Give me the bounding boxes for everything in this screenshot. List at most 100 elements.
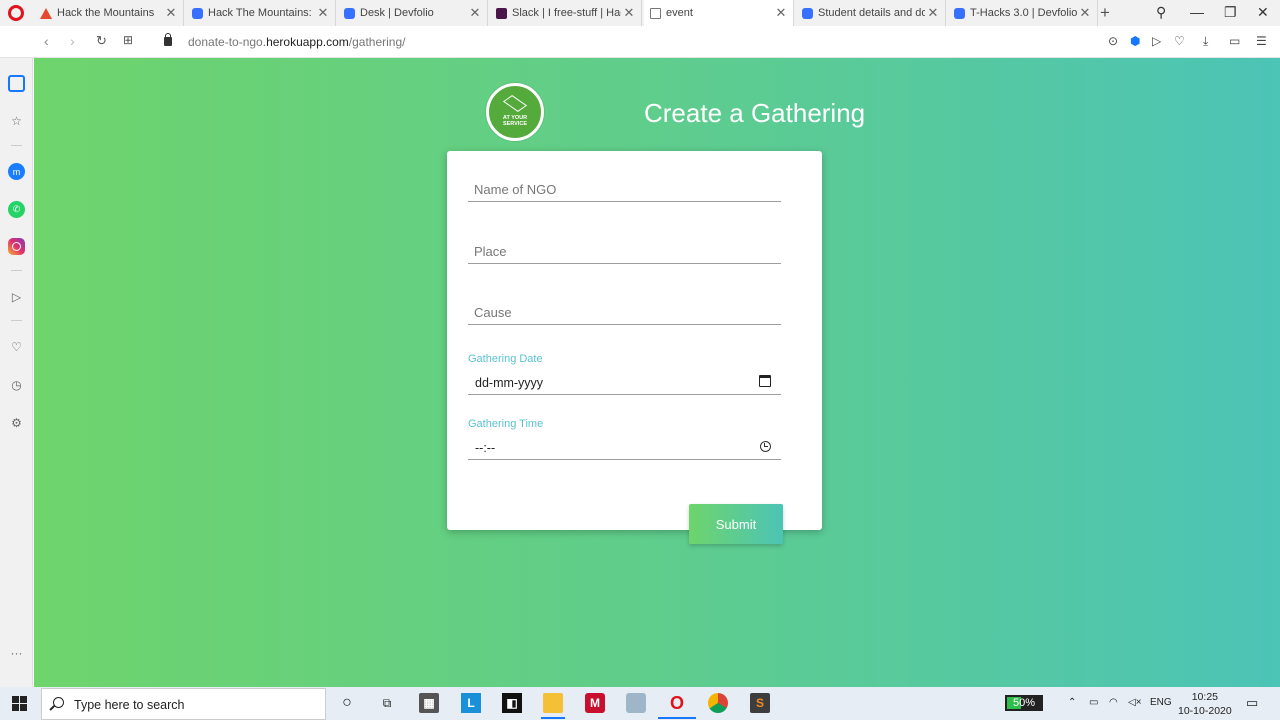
slack-icon	[496, 7, 507, 19]
submit-button[interactable]: Submit	[689, 504, 783, 544]
close-tab-icon[interactable]: ✕	[315, 5, 331, 21]
sidebar-divider	[11, 320, 22, 321]
calculator-icon[interactable]: ▦	[419, 693, 439, 713]
minimize-icon[interactable]: —	[1190, 4, 1204, 20]
battery-indicator[interactable]: 50%	[1005, 695, 1043, 711]
tab-event[interactable]: event ✕	[644, 0, 794, 26]
opera-taskbar-icon[interactable]: O	[667, 693, 687, 713]
url-field[interactable]: donate-to-ngo.herokuapp.com/gathering/	[188, 35, 406, 49]
sidebar-divider	[11, 270, 22, 271]
hack-the-mountains-icon	[40, 7, 52, 19]
ngo-name-field	[468, 178, 781, 202]
tab-t-hacks[interactable]: T-Hacks 3.0 | Devfolio ✕	[948, 0, 1098, 26]
wifi-icon[interactable]: ◠	[1109, 697, 1118, 708]
tabs-grid-icon[interactable]: ⊞	[123, 33, 133, 47]
place-field	[468, 240, 781, 264]
active-indicator	[658, 717, 696, 719]
restore-icon[interactable]: ❐	[1224, 4, 1237, 21]
flow-send-icon[interactable]: ▷	[8, 288, 25, 305]
download-icon[interactable]: ⤓	[1203, 34, 1208, 49]
settings-gear-icon[interactable]: ⚙	[8, 414, 25, 431]
battery-icon[interactable]: ▭	[1089, 697, 1098, 708]
chrome-icon[interactable]	[708, 693, 728, 713]
close-tab-icon[interactable]: ✕	[621, 5, 637, 21]
taskbar-search-box[interactable]: Type here to search	[41, 688, 326, 720]
close-tab-icon[interactable]: ✕	[1077, 5, 1093, 21]
messenger-icon[interactable]: m	[8, 163, 25, 180]
sublime-text-icon[interactable]: S	[750, 693, 770, 713]
page-content: AT YOUR SERVICE Create a Gathering Gathe…	[34, 58, 1280, 687]
volume-muted-icon[interactable]: ◁×	[1128, 697, 1142, 708]
time-value: --:--	[475, 441, 496, 455]
gathering-time-input[interactable]: --:--	[468, 436, 781, 460]
search-icon	[53, 697, 64, 708]
forward-icon[interactable]: ›	[70, 33, 75, 49]
battery-saver-icon[interactable]: ▭	[1229, 34, 1240, 48]
whatsapp-icon[interactable]: ✆	[8, 201, 25, 218]
opera-menu-icon[interactable]	[8, 5, 24, 21]
active-indicator	[541, 717, 565, 719]
tab-hack-the-mountains[interactable]: Hack the Mountains ✕	[34, 0, 184, 26]
close-tab-icon[interactable]: ✕	[925, 5, 941, 21]
mcafee-icon[interactable]: M	[585, 693, 605, 713]
place-input[interactable]	[468, 240, 781, 262]
close-tab-icon[interactable]: ✕	[773, 5, 789, 21]
shield-icon[interactable]: ⬢	[1130, 34, 1140, 48]
file-explorer-icon[interactable]	[543, 693, 563, 713]
clock-icon[interactable]	[760, 441, 771, 452]
task-view-icon[interactable]: ⧉	[377, 693, 397, 713]
calendar-icon[interactable]	[759, 375, 771, 387]
document-icon	[650, 7, 661, 19]
devfolio-icon	[344, 7, 355, 19]
bookmarks-heart-icon[interactable]: ♡	[8, 338, 25, 355]
tab-bar: Hack the Mountains ✕ Hack The Mountains:…	[0, 0, 1280, 26]
reload-icon[interactable]: ↻	[96, 33, 107, 49]
at-your-service-logo: AT YOUR SERVICE	[486, 83, 544, 141]
windows-start-icon[interactable]	[12, 696, 27, 711]
cortana-icon[interactable]: ○	[337, 693, 357, 713]
speed-dial-star-icon[interactable]: ☆	[8, 112, 25, 129]
home-icon[interactable]	[8, 75, 25, 92]
new-tab-icon[interactable]: +	[1100, 3, 1110, 23]
easy-setup-icon[interactable]: ☰	[1256, 34, 1267, 48]
page-title: Create a Gathering	[644, 98, 866, 128]
sidebar: ☆ m ✆ ▷ ♡ ◷ ⚙ ···	[0, 58, 33, 687]
camera-icon[interactable]: ⊙	[1108, 34, 1118, 48]
tab-hack-the-mountains-devfolio[interactable]: Hack The Mountains: De ✕	[186, 0, 336, 26]
ngo-name-input[interactable]	[468, 178, 781, 200]
cause-field	[468, 301, 781, 325]
more-options-icon[interactable]: ···	[8, 644, 25, 661]
app-dark-icon[interactable]: ◧	[502, 693, 522, 713]
gathering-form-card: Gathering Date dd-mm-yyyy Gathering Time…	[447, 151, 822, 544]
devfolio-icon	[954, 7, 965, 19]
gathering-time-label: Gathering Time	[468, 418, 544, 430]
devfolio-icon	[802, 7, 813, 19]
tab-student-details[interactable]: Student details and doc ✕	[796, 0, 946, 26]
close-tab-icon[interactable]: ✕	[163, 5, 179, 21]
date-value: dd-mm-yyyy	[475, 376, 544, 390]
layers-icon	[502, 94, 528, 112]
cause-input[interactable]	[468, 301, 781, 323]
instagram-icon[interactable]	[8, 238, 25, 255]
gathering-date-input[interactable]: dd-mm-yyyy	[468, 371, 781, 395]
send-icon[interactable]: ▷	[1152, 34, 1161, 48]
history-clock-icon[interactable]: ◷	[8, 376, 25, 393]
app-l-icon[interactable]: L	[461, 693, 481, 713]
app-light-icon[interactable]	[626, 693, 646, 713]
close-tab-icon[interactable]: ✕	[467, 5, 483, 21]
tab-desk-devfolio[interactable]: Desk | Devfolio ✕	[338, 0, 488, 26]
sidebar-divider	[11, 145, 22, 146]
heart-icon[interactable]: ♡	[1174, 34, 1185, 48]
close-window-icon[interactable]: ✕	[1257, 4, 1269, 21]
show-hidden-icons-chevron-icon[interactable]: ⌃	[1068, 697, 1076, 708]
notifications-icon[interactable]: ▭	[1246, 695, 1258, 711]
lock-icon[interactable]	[164, 33, 172, 46]
tab-slack[interactable]: Slack | I free-stuff | Hack ✕	[490, 0, 642, 26]
tab-search-icon[interactable]: ⚲	[1156, 4, 1166, 21]
windows-taskbar: Type here to search ○ ⧉ ▦ L ◧ M O S 50% …	[0, 687, 1280, 720]
language-indicator[interactable]: ENG	[1150, 697, 1172, 708]
back-icon[interactable]: ‹	[44, 33, 49, 49]
system-clock[interactable]: 10:25 10-10-2020	[1178, 690, 1232, 718]
gathering-date-label: Gathering Date	[468, 353, 543, 365]
devfolio-icon	[192, 7, 203, 19]
